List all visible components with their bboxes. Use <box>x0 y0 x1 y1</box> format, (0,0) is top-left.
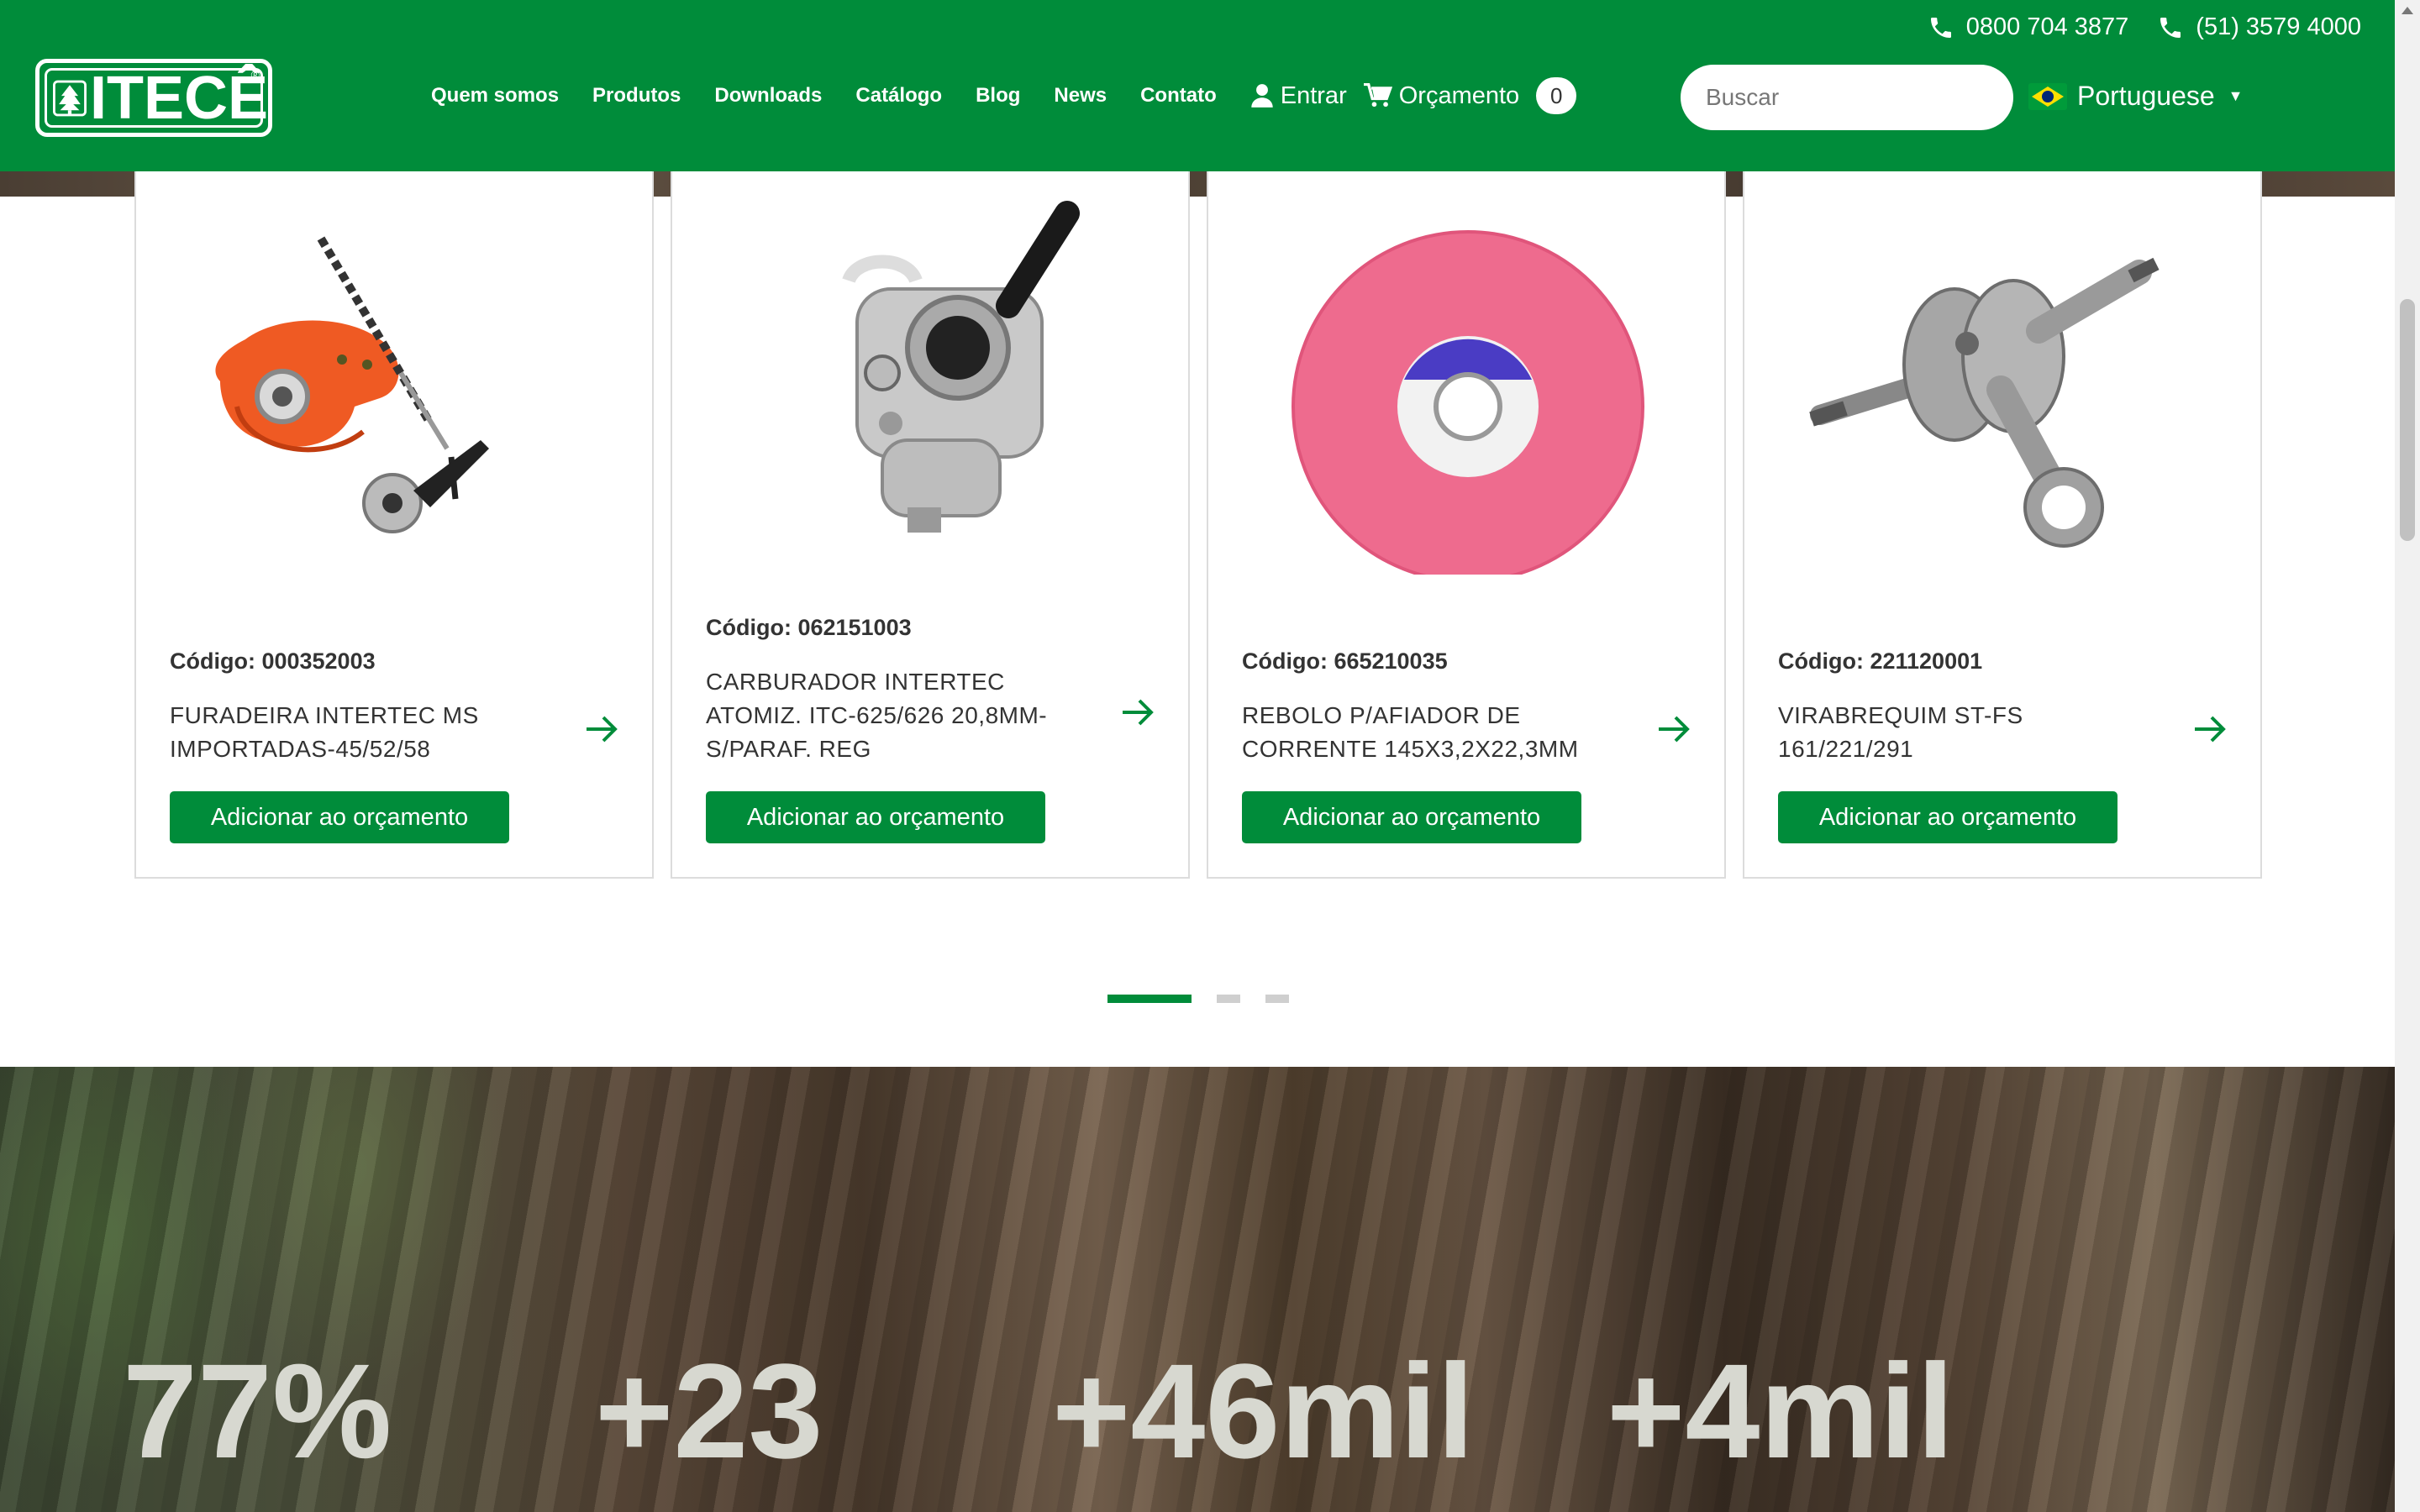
stat-value: +23 <box>595 1336 823 1486</box>
product-code: Código: 665210035 <box>1242 648 1448 674</box>
grinding-wheel-image <box>1292 230 1644 575</box>
arrow-right-icon[interactable] <box>2191 711 2228 748</box>
phone-icon <box>1930 17 1951 38</box>
carburetor-image <box>842 201 1080 533</box>
nav-blog[interactable]: Blog <box>976 84 1020 108</box>
product-name[interactable]: CARBURADOR INTERTEC ATOMIZ. ITC-625/626 … <box>706 665 1092 766</box>
search-box <box>1681 65 2013 130</box>
add-to-quote-button[interactable]: Adicionar ao orçamento <box>706 791 1045 843</box>
carousel-pagination <box>1107 995 1289 1003</box>
chevron-down-icon: ▼ <box>2228 87 2244 104</box>
quote-count-badge: 0 <box>1536 77 1577 114</box>
nav-produtos[interactable]: Produtos <box>592 84 681 108</box>
product-card: Código: 221120001 VIRABREQUIM ST-FS 161/… <box>1743 171 2262 879</box>
stats-section: 77% +23 +46mil +4mil <box>0 1067 2395 1512</box>
add-to-quote-button[interactable]: Adicionar ao orçamento <box>170 791 509 843</box>
language-label: Portuguese <box>2077 81 2215 111</box>
carousel-dot-2[interactable] <box>1217 995 1240 1003</box>
product-image[interactable] <box>153 188 639 575</box>
arrow-right-icon[interactable] <box>583 711 620 748</box>
nav-news[interactable]: News <box>1054 84 1107 108</box>
nav-downloads[interactable]: Downloads <box>714 84 822 108</box>
user-icon <box>1251 84 1273 108</box>
add-to-quote-button[interactable]: Adicionar ao orçamento <box>1242 791 1581 843</box>
stat-value: +46mil <box>1052 1336 1475 1486</box>
nav-catalogo[interactable]: Catálogo <box>855 84 942 108</box>
quote-label: Orçamento <box>1398 81 1520 109</box>
main-nav: Quem somos Produtos Downloads Catálogo B… <box>431 77 1577 114</box>
phone-number: 0800 704 3877 <box>1965 13 2129 40</box>
product-code: Código: 000352003 <box>170 648 376 674</box>
product-card: Código: 665210035 REBOLO P/AFIADOR DE CO… <box>1207 171 1726 879</box>
search-input[interactable] <box>1706 84 2009 111</box>
language-selector[interactable]: Portuguese ▼ <box>2028 81 2244 112</box>
product-name[interactable]: FURADEIRA INTERTEC MS IMPORTADAS-45/52/5… <box>170 699 556 766</box>
quote-cart-link[interactable]: Orçamento 0 <box>1363 77 1577 114</box>
product-code: Código: 221120001 <box>1778 648 1983 674</box>
phone-link-1[interactable]: 0800 704 3877 <box>1928 13 2129 41</box>
cart-icon <box>1363 83 1392 108</box>
logo-text: ITECÊ <box>89 64 268 132</box>
scrollbar[interactable] <box>2395 0 2420 1512</box>
product-image[interactable] <box>689 188 1175 575</box>
arrow-right-icon[interactable] <box>1655 711 1692 748</box>
carousel-dot-3[interactable] <box>1265 995 1289 1003</box>
arrow-right-icon[interactable] <box>1119 694 1156 731</box>
stat-value: +4mil <box>1607 1336 1954 1486</box>
carousel-dot-1[interactable] <box>1107 995 1192 1003</box>
add-to-quote-button[interactable]: Adicionar ao orçamento <box>1778 791 2118 843</box>
logo[interactable]: ITECÊ ® <box>35 59 272 137</box>
login-label: Entrar <box>1280 81 1347 109</box>
product-name[interactable]: REBOLO P/AFIADOR DE CORRENTE 145X3,2X22,… <box>1242 699 1628 766</box>
stat-value: 77% <box>123 1336 392 1486</box>
product-name[interactable]: VIRABREQUIM ST-FS 161/221/291 <box>1778 699 2165 766</box>
crankshaft-image <box>1809 257 2160 548</box>
product-image[interactable] <box>1225 188 1711 575</box>
product-carousel: Código: 000352003 FURADEIRA INTERTEC MS … <box>134 171 2264 879</box>
phone-icon <box>2160 17 2181 38</box>
product-code: Código: 062151003 <box>706 615 912 640</box>
brazil-flag-icon <box>2028 82 2067 110</box>
phone-number: (51) 3579 4000 <box>2196 13 2361 40</box>
nav-contato[interactable]: Contato <box>1140 84 1217 108</box>
contact-bar: 0800 704 3877 (51) 3579 4000 <box>1928 13 2361 41</box>
nav-quem-somos[interactable]: Quem somos <box>431 84 559 108</box>
product-image[interactable] <box>1761 188 2247 575</box>
login-link[interactable]: Entrar <box>1250 82 1347 110</box>
product-card: Código: 062151003 CARBURADOR INTERTEC AT… <box>671 171 1190 879</box>
scroll-up-icon[interactable] <box>2402 7 2413 14</box>
drill-attachment-image <box>215 236 489 533</box>
phone-link-2[interactable]: (51) 3579 4000 <box>2157 13 2361 41</box>
product-card: Código: 000352003 FURADEIRA INTERTEC MS … <box>134 171 654 879</box>
site-header: 0800 704 3877 (51) 3579 4000 ITECÊ ® Que… <box>0 0 2395 171</box>
tree-icon <box>53 80 87 116</box>
scrollbar-thumb[interactable] <box>2400 299 2415 541</box>
